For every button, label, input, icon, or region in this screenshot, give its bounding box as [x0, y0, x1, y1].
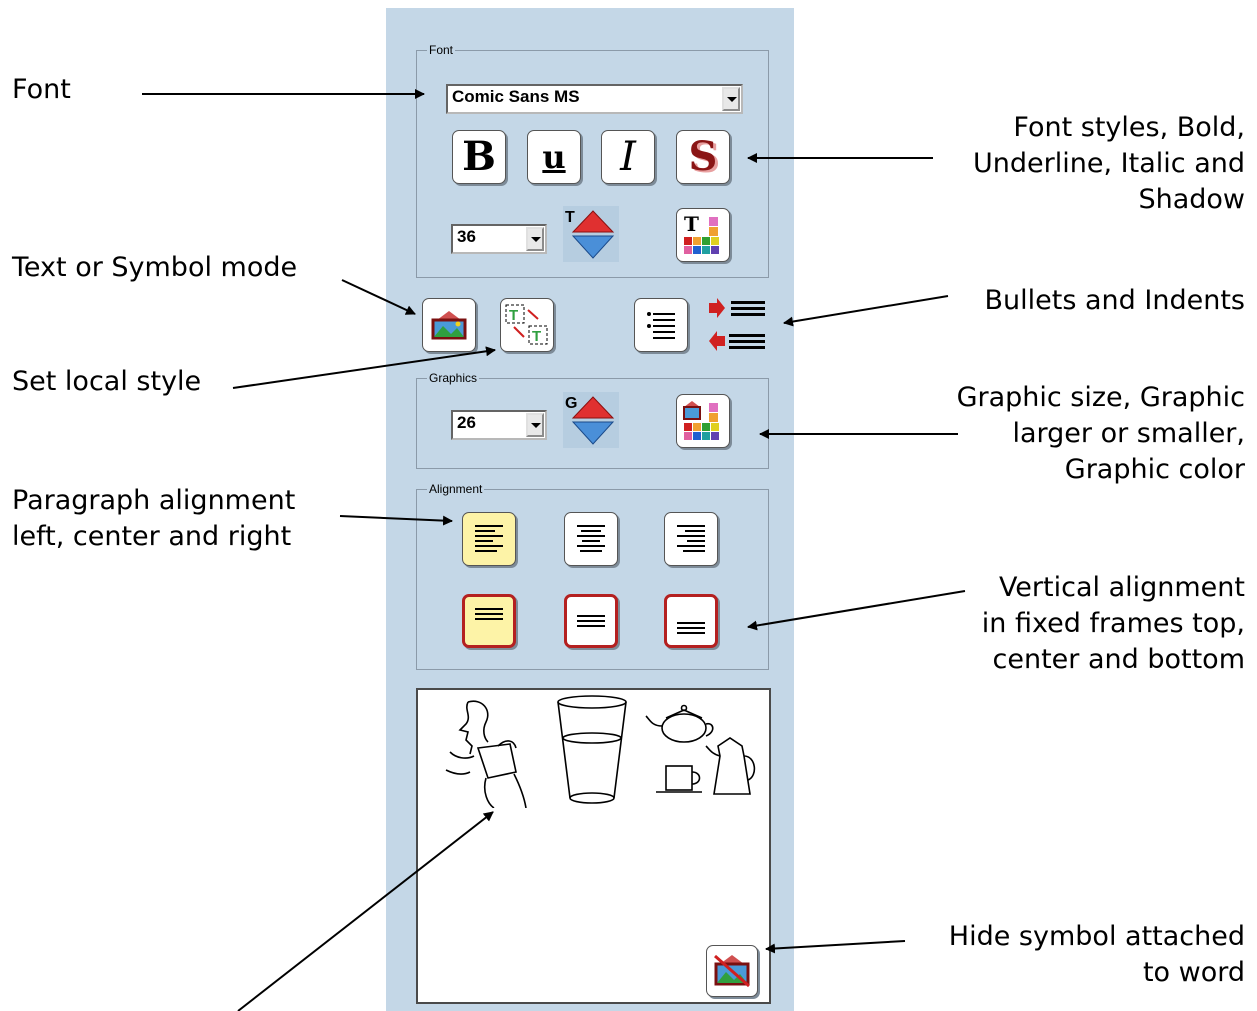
annotation-line: to word	[1142, 957, 1245, 988]
font-size-value: 36	[457, 227, 476, 246]
valign-center-button[interactable]	[564, 594, 618, 648]
valign-center-icon	[577, 606, 605, 636]
underline-icon: u	[542, 138, 566, 176]
bold-icon: B	[462, 133, 496, 180]
font-name-value: Comic Sans MS	[452, 87, 580, 106]
text-color-button[interactable]: T	[676, 208, 730, 262]
valign-bottom-button[interactable]	[664, 594, 718, 648]
annotation-line: larger or smaller,	[1012, 418, 1245, 449]
indent-buttons	[709, 298, 765, 351]
tea-coffee-symbol-icon	[645, 704, 756, 795]
annotation-line: Paragraph alignment	[12, 485, 296, 516]
glass-symbol-icon	[557, 695, 627, 804]
bullets-button[interactable]	[634, 298, 688, 352]
annotation-line: Font styles, Bold,	[1013, 112, 1245, 143]
annotation-font: Font	[12, 74, 71, 105]
annotation-graphic-size: Graphic size, Graphic larger or smaller,…	[880, 380, 1245, 488]
align-right-button[interactable]	[664, 512, 718, 566]
text-symbol-mode-button[interactable]	[422, 298, 476, 352]
align-right-icon	[677, 524, 705, 554]
align-left-button[interactable]	[462, 512, 516, 566]
annotation-hide-symbol: Hide symbol attached to word	[880, 919, 1245, 991]
dropdown-arrow-icon[interactable]	[722, 87, 740, 111]
dropdown-arrow-icon[interactable]	[526, 227, 544, 251]
text-size-letter: T	[565, 209, 575, 226]
alignment-group-title: Alignment	[427, 481, 485, 497]
drink-symbol-icon	[445, 700, 527, 808]
annotation-bullets-indents: Bullets and Indents	[984, 285, 1245, 316]
align-left-icon	[475, 524, 503, 554]
annotation-line: Shadow	[1138, 184, 1245, 215]
annotation-line: Vertical alignment	[998, 572, 1245, 603]
font-name-select[interactable]: Comic Sans MS	[446, 84, 743, 114]
bullets-icon	[647, 310, 675, 340]
shadow-button[interactable]: S	[676, 130, 730, 184]
valign-top-icon	[475, 606, 503, 636]
graphic-size-letter: G	[565, 395, 577, 412]
annotation-line: Graphic size, Graphic	[956, 382, 1245, 413]
annotation-line: left, center and right	[12, 521, 292, 552]
graphic-color-button[interactable]	[676, 394, 730, 448]
font-group-title: Font	[427, 42, 456, 58]
font-size-select[interactable]: 36	[451, 224, 547, 254]
screenshot: Font Text or Symbol mode Set local style…	[0, 0, 1257, 1011]
picture-icon	[431, 311, 467, 340]
hide-picture-icon	[714, 954, 750, 988]
text-size-up-down-button[interactable]: T	[563, 206, 619, 262]
align-center-button[interactable]	[564, 512, 618, 566]
graphic-size-select[interactable]: 26	[451, 410, 547, 440]
dropdown-arrow-icon[interactable]	[526, 413, 544, 437]
valign-top-button[interactable]	[462, 594, 516, 648]
hide-symbol-button[interactable]	[706, 945, 758, 997]
annotation-vertical-alignment: Vertical alignment in fixed frames top, …	[880, 570, 1245, 678]
local-style-icon: T T	[505, 304, 548, 345]
graphic-size-up-down-button[interactable]: G	[563, 392, 619, 448]
underline-button[interactable]: u	[527, 130, 581, 184]
annotation-line: Underline, Italic and	[973, 148, 1245, 179]
set-local-style-button[interactable]: T T	[500, 298, 554, 352]
indent-decrease-icon[interactable]	[709, 331, 765, 351]
indent-increase-icon[interactable]	[709, 298, 765, 318]
italic-icon: I	[620, 134, 636, 180]
graphics-group-title: Graphics	[427, 370, 480, 386]
graphic-palette-icon	[683, 401, 719, 440]
annotation-set-local-style: Set local style	[12, 366, 202, 397]
annotation-paragraph-alignment: Paragraph alignment left, center and rig…	[12, 483, 295, 555]
italic-button[interactable]: I	[601, 130, 655, 184]
palette-icon: T	[684, 213, 719, 254]
graphic-size-value: 26	[457, 413, 476, 432]
palette-letter: T	[684, 213, 699, 236]
annotation-text-symbol-mode: Text or Symbol mode	[12, 252, 298, 283]
annotation-line: Hide symbol attached	[948, 921, 1245, 952]
svg-text:T: T	[532, 328, 541, 345]
svg-text:T: T	[509, 307, 518, 324]
valign-bottom-icon	[677, 606, 705, 636]
symbol-preview-area[interactable]	[416, 688, 771, 1004]
bold-button[interactable]: B	[452, 130, 506, 184]
shadow-icon: S	[688, 133, 718, 180]
annotation-line: center and bottom	[992, 644, 1245, 675]
align-center-icon	[577, 524, 605, 554]
annotation-line: Graphic color	[1064, 454, 1245, 485]
annotation-font-styles: Font styles, Bold, Underline, Italic and…	[880, 110, 1245, 218]
annotation-line: in fixed frames top,	[981, 608, 1245, 639]
